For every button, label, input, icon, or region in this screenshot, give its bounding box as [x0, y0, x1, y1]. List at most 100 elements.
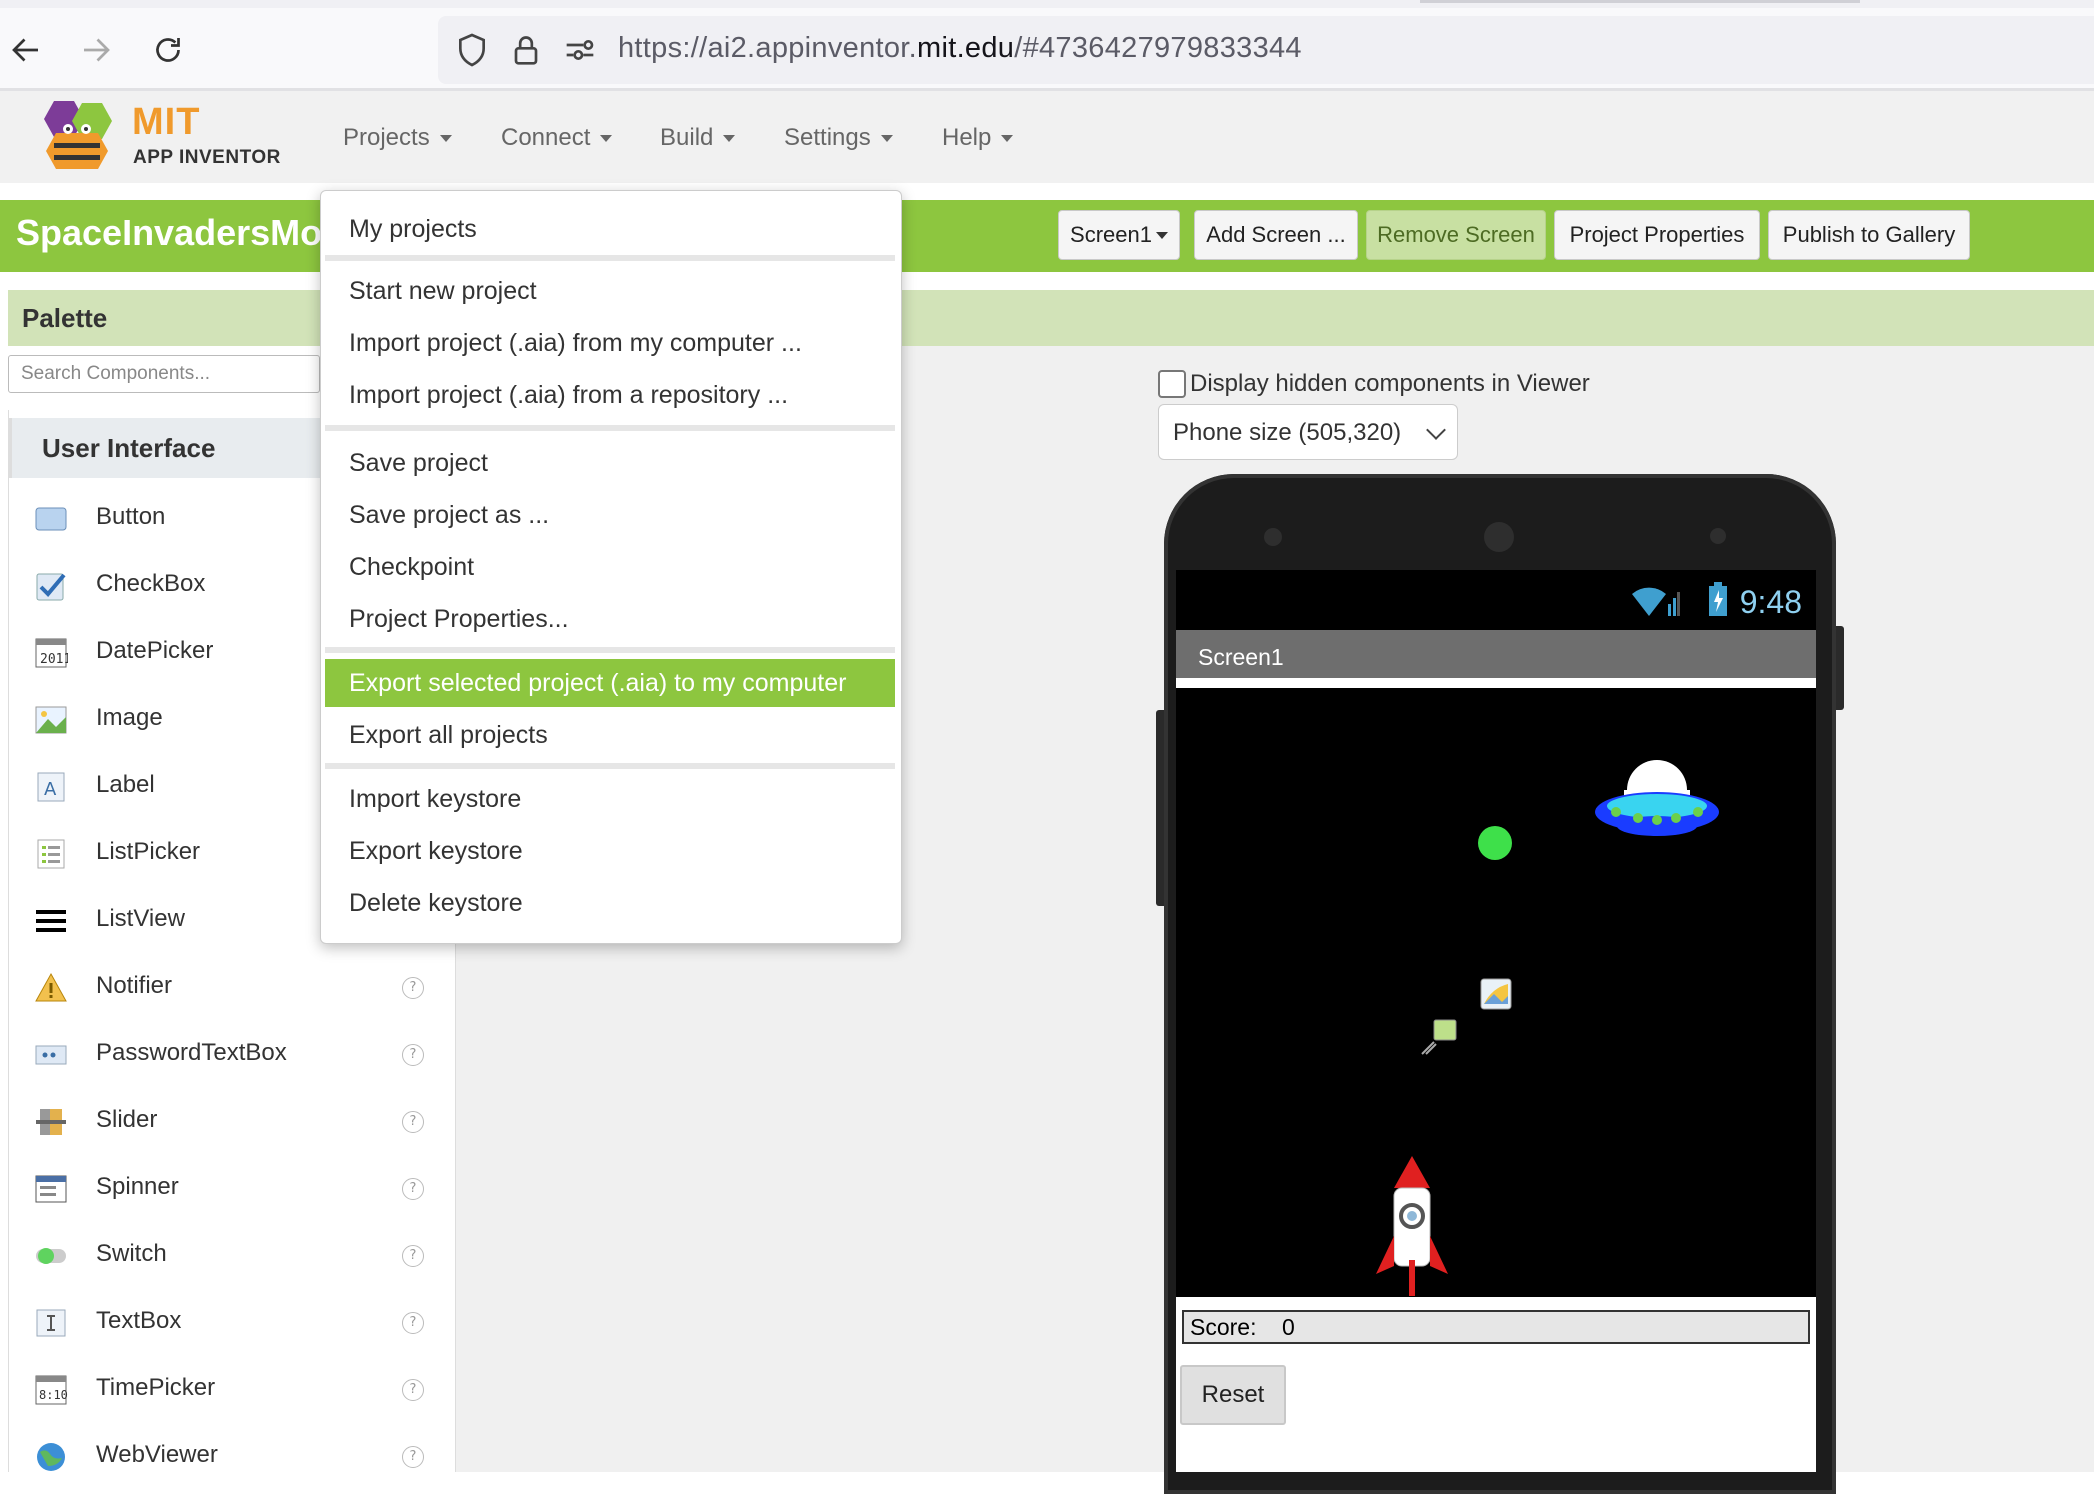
phone-sensor [1710, 528, 1726, 544]
menu-build[interactable]: Build [660, 124, 736, 152]
menu-settings[interactable]: Settings [784, 124, 893, 152]
publish-to-gallery-button[interactable]: Publish to Gallery [1768, 210, 1970, 260]
palette-component-spinner[interactable]: Spinner? [8, 1158, 438, 1220]
timepicker-icon: 8:10 [35, 1375, 68, 1405]
notifier-icon [35, 972, 67, 1002]
palette-component-webviewer[interactable]: WebViewer? [8, 1426, 438, 1488]
menu-item-save-project-as[interactable]: Save project as ... [325, 491, 895, 539]
label-icon: A [37, 772, 65, 802]
palette-component-timepicker[interactable]: 8:10 TimePicker? [8, 1359, 438, 1421]
help-icon[interactable]: ? [402, 1379, 424, 1401]
palette-component-passwordtextbox[interactable]: PasswordTextBox? [8, 1024, 438, 1086]
active-tab[interactable] [1420, 0, 1860, 3]
user-interface-section-header[interactable]: User Interface [8, 418, 320, 478]
palette-component-slider[interactable]: Slider? [8, 1091, 438, 1153]
phone-side-button [1156, 710, 1164, 906]
menu-item-save-project[interactable]: Save project [325, 439, 895, 487]
screen-title-bar: Screen1 [1176, 630, 1816, 684]
chevron-down-icon [1426, 420, 1446, 440]
button-icon [35, 507, 67, 531]
menu-item-my-projects[interactable]: My projects [325, 205, 895, 253]
phone-screen: 9:48 Screen1 Score: 0 Reset [1176, 570, 1816, 1472]
menu-separator [325, 647, 895, 653]
bullet-sprite-icon[interactable] [1420, 1018, 1458, 1056]
menu-projects[interactable]: Projects [343, 124, 452, 152]
phone-power-button [1836, 626, 1844, 710]
back-button[interactable] [0, 24, 52, 76]
score-label-text: Score: [1190, 1314, 1257, 1340]
add-screen-label: Add Screen ... [1206, 222, 1346, 247]
screen-select-button[interactable]: Screen1 [1058, 210, 1180, 260]
logo-app-inventor-text: APP INVENTOR [133, 147, 281, 168]
ufo-sprite[interactable] [1594, 756, 1720, 852]
lock-icon[interactable] [506, 30, 546, 70]
menu-help[interactable]: Help [942, 124, 1014, 152]
project-toolbar: SpaceInvadersMod Screen1 Add Screen ... … [0, 200, 2094, 272]
menu-item-start-new-project[interactable]: Start new project [325, 267, 895, 315]
help-icon[interactable]: ? [402, 1178, 424, 1200]
slider-icon [36, 1109, 66, 1135]
help-icon[interactable]: ? [402, 1446, 424, 1468]
caret-down-icon [1001, 134, 1014, 142]
passwordtextbox-icon [35, 1045, 67, 1065]
menu-item-export-keystore[interactable]: Export keystore [325, 827, 895, 875]
checkbox-icon [36, 573, 66, 601]
wifi-signal-icon [1632, 587, 1680, 616]
project-properties-button[interactable]: Project Properties [1554, 210, 1760, 260]
ball-sprite[interactable] [1478, 826, 1512, 860]
palette-component-switch[interactable]: Switch? [8, 1225, 438, 1287]
menu-item-import-from-computer[interactable]: Import project (.aia) from my computer .… [325, 319, 895, 367]
url-text[interactable]: https://ai2.appinventor.mit.edu/#4736427… [618, 32, 1302, 65]
menu-build-label: Build [660, 124, 714, 151]
screen-select-label: Screen1 [1070, 222, 1152, 247]
reload-button[interactable] [142, 24, 194, 76]
shield-icon[interactable] [452, 30, 492, 70]
address-bar[interactable]: https://ai2.appinventor.mit.edu/#4736427… [438, 16, 2094, 84]
help-icon[interactable]: ? [402, 1245, 424, 1267]
palette-component-label: TextBox [96, 1307, 182, 1334]
site-permissions-icon[interactable] [560, 30, 600, 70]
spinner-icon [35, 1175, 67, 1203]
search-components-input[interactable] [8, 355, 320, 393]
display-hidden-components-checkbox[interactable]: Display hidden components in Viewer [1158, 370, 1590, 398]
rocket-sprite[interactable] [1370, 1156, 1454, 1296]
palette-component-label: Notifier [96, 972, 173, 999]
remove-screen-label: Remove Screen [1377, 222, 1535, 247]
palette-component-notifier[interactable]: Notifier? [8, 957, 438, 1019]
menu-item-project-properties[interactable]: Project Properties... [325, 595, 895, 643]
menu-item-export-all-projects[interactable]: Export all projects [325, 711, 895, 759]
publish-to-gallery-label: Publish to Gallery [1782, 222, 1956, 247]
menu-item-import-keystore[interactable]: Import keystore [325, 775, 895, 823]
image-sprite-placeholder-icon[interactable] [1480, 978, 1512, 1010]
remove-screen-button[interactable]: Remove Screen [1366, 210, 1546, 260]
palette-component-label: WebViewer [96, 1441, 218, 1468]
phone-size-select[interactable]: Phone size (505,320) [1158, 404, 1458, 460]
help-icon[interactable]: ? [402, 1111, 424, 1133]
webviewer-icon [37, 1443, 65, 1471]
help-icon[interactable]: ? [402, 1312, 424, 1334]
help-icon[interactable]: ? [402, 977, 424, 999]
reset-button[interactable]: Reset [1180, 1365, 1286, 1425]
add-screen-button[interactable]: Add Screen ... [1194, 210, 1358, 260]
menu-item-export-selected-project[interactable]: Export selected project (.aia) to my com… [325, 659, 895, 707]
listpicker-icon [37, 839, 65, 869]
caret-down-icon [600, 134, 613, 142]
viewer-header [898, 290, 2094, 346]
palette-component-textbox[interactable]: TextBox? [8, 1292, 438, 1354]
datepicker-icon: 2011 [35, 638, 68, 668]
menu-item-checkpoint[interactable]: Checkpoint [325, 543, 895, 591]
checkbox-box[interactable] [1158, 370, 1186, 398]
menu-connect[interactable]: Connect [501, 124, 613, 152]
menu-projects-label: Projects [343, 124, 430, 151]
image-icon [35, 706, 67, 734]
mit-app-inventor-logo[interactable]: MIT APP INVENTOR [32, 97, 282, 179]
caret-down-icon [1155, 231, 1168, 239]
url-suffix: /#4736427979833344 [1014, 32, 1302, 64]
menu-connect-label: Connect [501, 124, 591, 151]
menu-item-delete-keystore[interactable]: Delete keystore [325, 879, 895, 927]
phone-size-value: Phone size (505,320) [1173, 419, 1402, 446]
menu-item-import-from-repository[interactable]: Import project (.aia) from a repository … [325, 371, 895, 419]
phone-speaker [1484, 522, 1514, 552]
help-icon[interactable]: ? [402, 1044, 424, 1066]
forward-button[interactable] [70, 24, 122, 76]
